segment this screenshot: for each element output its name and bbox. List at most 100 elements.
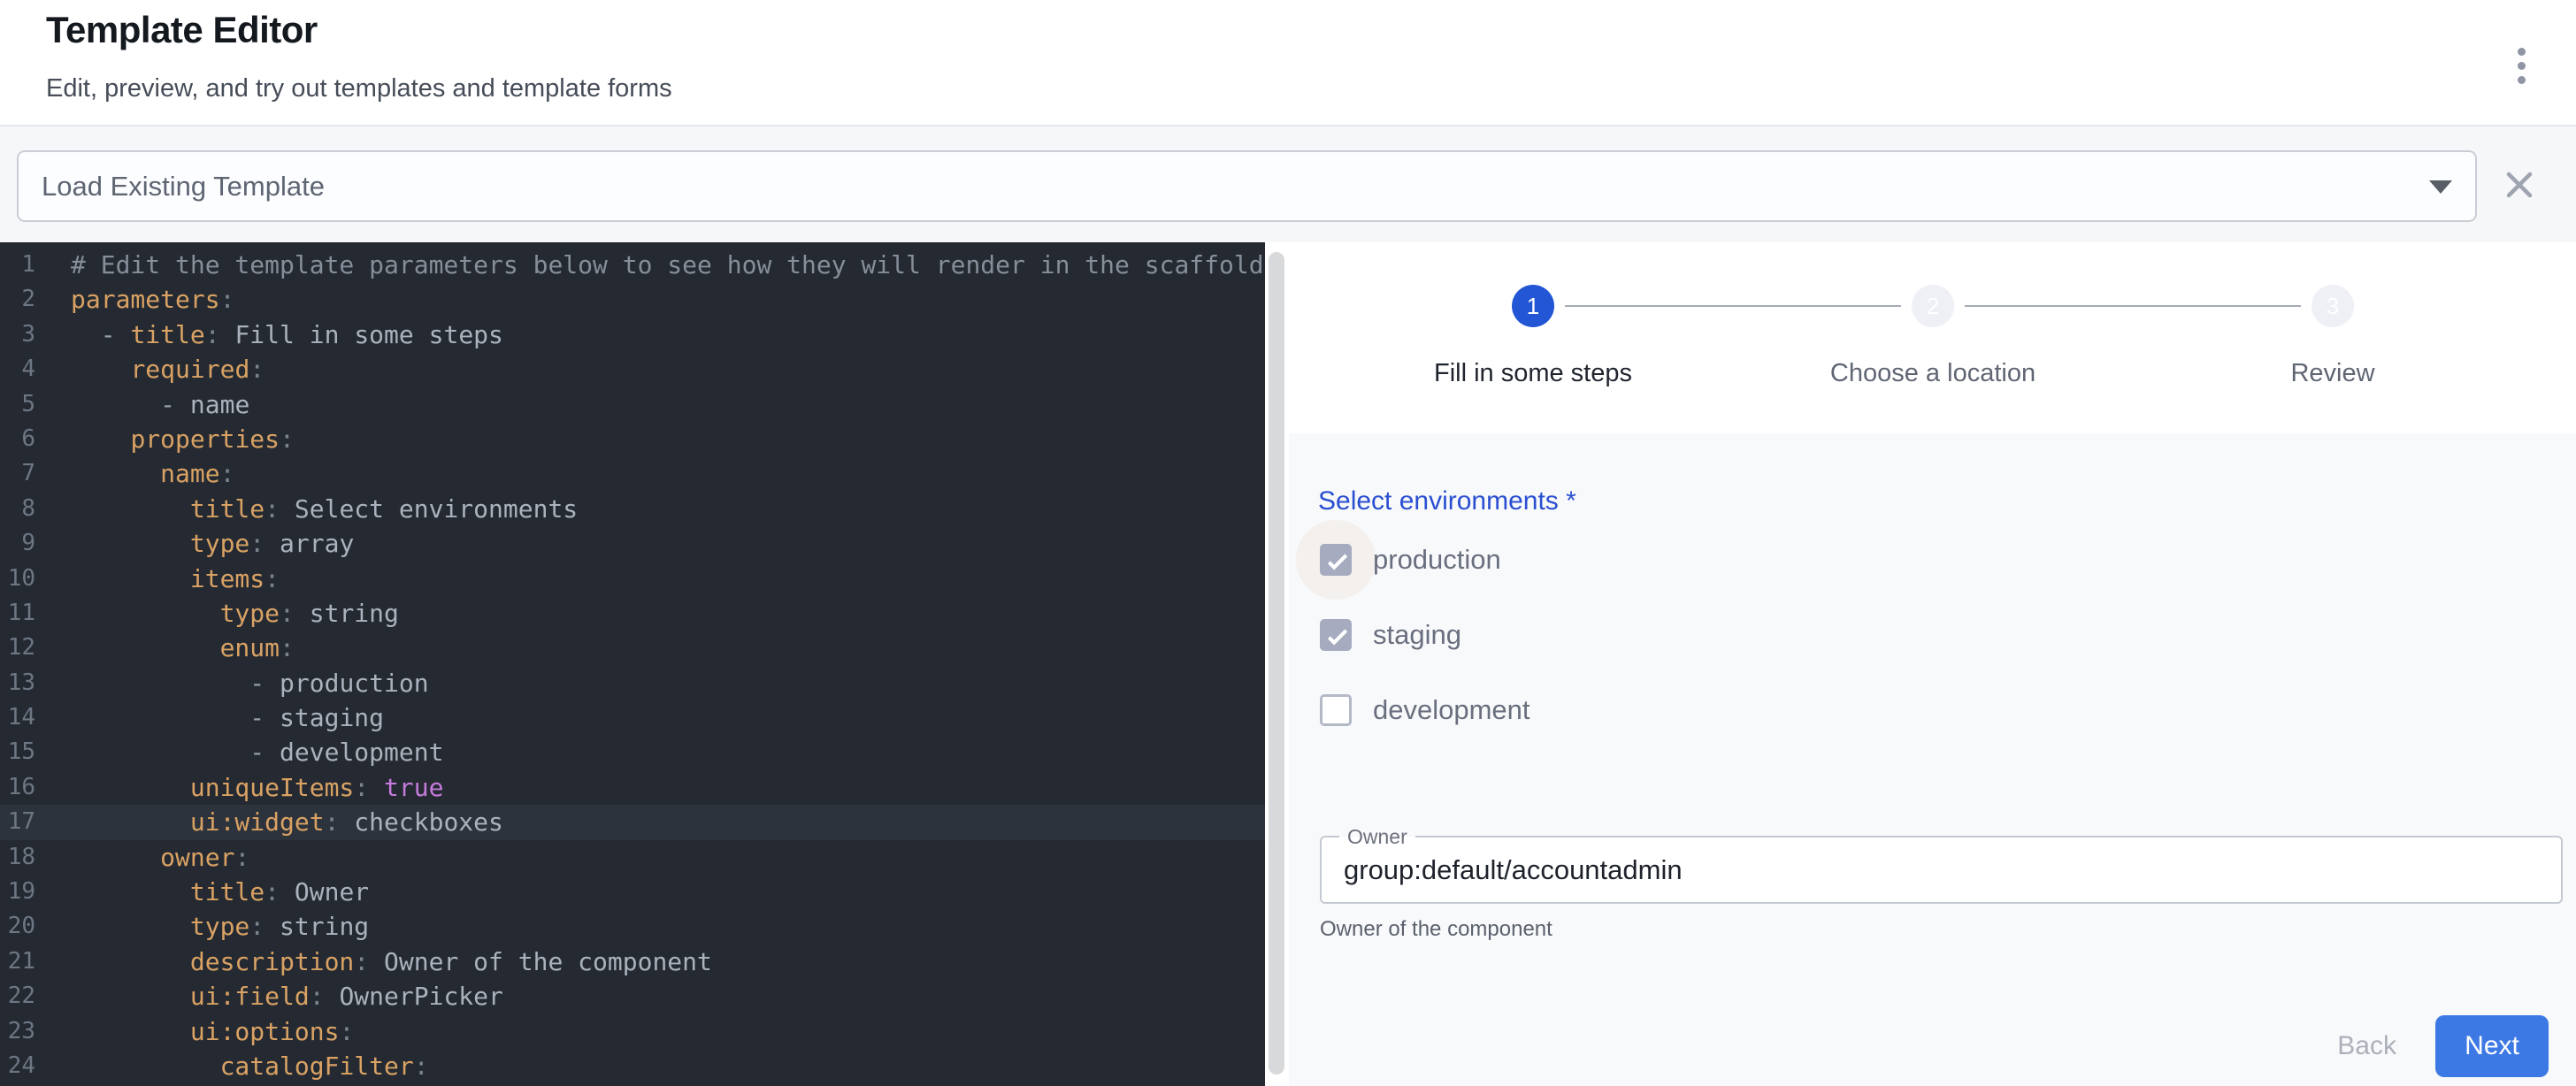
template-yaml-editor[interactable]: 1# Edit the template parameters below to… [0,242,1265,1086]
line-number: 6 [0,422,35,456]
code-line[interactable]: 4 required: [0,352,1265,386]
code-text: title: Select environments [71,492,578,526]
code-line[interactable]: 15 - development [0,735,1265,769]
code-text: type: string [71,909,369,944]
code-text: uniqueItems: true [71,770,443,805]
code-line[interactable]: 1# Edit the template parameters below to… [0,248,1265,282]
line-number: 12 [0,631,35,665]
code-line[interactable]: 8 title: Select environments [0,492,1265,526]
dropdown-caret-icon [2429,180,2452,194]
select-placeholder: Load Existing Template [42,152,325,220]
code-text: ui:field: OwnerPicker [71,979,503,1013]
code-text: title: Owner [71,875,369,909]
code-line[interactable]: 2 parameters: [0,282,1265,317]
line-number: 11 [0,596,35,631]
main-split: 1# Edit the template parameters below to… [0,242,2576,1086]
line-number: 10 [0,562,35,596]
code-line[interactable]: 5 - name [0,387,1265,422]
step-3-label: Review [2133,359,2533,388]
code-text: description: Owner of the component [71,945,712,979]
code-text: type: string [71,596,399,631]
page-subtitle: Edit, preview, and try out templates and… [46,74,672,103]
code-text: properties: [71,422,295,456]
page-title: Template Editor [46,9,318,51]
wizard-actions: Back Next [2316,1015,2549,1077]
code-line[interactable]: 10 items: [0,562,1265,596]
page-header: Template Editor Edit, preview, and try o… [0,0,2576,126]
line-number: 19 [0,875,35,909]
line-number: 20 [0,909,35,944]
checkbox-label: staging [1373,619,1461,651]
line-number: 21 [0,945,35,979]
editor-scrollbar-track [1265,242,1289,1086]
code-text: name: [71,456,234,491]
step-fill-in-some-steps: 1 Fill in some steps [1333,285,1733,388]
checkbox-label: development [1373,694,1530,726]
clear-button[interactable] [2498,164,2541,206]
line-number: 9 [0,526,35,561]
code-line[interactable]: 21 description: Owner of the component [0,945,1265,979]
owner-input[interactable]: Owner group:default/accountadmin [1320,836,2563,904]
code-line[interactable]: 23 ui:options: [0,1014,1265,1049]
check-icon [1323,547,1352,576]
line-number: 16 [0,770,35,805]
load-existing-template-select[interactable]: Load Existing Template [17,150,2477,222]
code-line[interactable]: 11 type: string [0,596,1265,631]
code-text: owner: [71,840,249,875]
line-number: 5 [0,387,35,422]
code-text: type: array [71,526,354,561]
checkbox-box [1320,619,1352,651]
checkbox-label: production [1373,544,1501,576]
step-review: 3 Review [2133,285,2533,388]
code-text: - development [71,735,443,769]
code-text: ui:widget: checkboxes [71,805,503,839]
back-button[interactable]: Back [2316,1015,2418,1077]
code-line[interactable]: 24 catalogFilter: [0,1049,1265,1083]
code-text: - name [71,387,249,422]
next-button[interactable]: Next [2435,1015,2549,1077]
checkbox-box [1320,694,1352,726]
code-line[interactable]: 18 owner: [0,840,1265,875]
code-line[interactable]: 13 - production [0,666,1265,700]
required-marker: * [1566,486,1576,516]
code-text: required: [71,352,264,386]
code-line[interactable]: 19 title: Owner [0,875,1265,909]
code-line[interactable]: 22 ui:field: OwnerPicker [0,979,1265,1013]
code-line[interactable]: 6 properties: [0,422,1265,456]
line-number: 13 [0,666,35,700]
code-line[interactable]: 14 - staging [0,700,1265,735]
load-template-bar: Load Existing Template [0,126,2576,242]
code-line[interactable]: 17 ui:widget: checkboxes [0,805,1265,839]
line-number: 18 [0,840,35,875]
template-preview-pane: 1 Fill in some steps 2 Choose a location… [1289,242,2576,1086]
code-line[interactable]: 9 type: array [0,526,1265,561]
code-text: parameters: [71,282,234,317]
line-number: 15 [0,735,35,769]
template-editor-app: Template Editor Edit, preview, and try o… [0,0,2576,1086]
step-2-label: Choose a location [1733,359,2133,388]
step-choose-a-location: 2 Choose a location [1733,285,2133,388]
code-text: catalogFilter: [71,1049,429,1083]
form-panel: Select environments * production [1289,433,2576,1086]
code-text: - title: Fill in some steps [71,317,503,352]
step-1-label: Fill in some steps [1333,359,1733,388]
code-lines: 1# Edit the template parameters below to… [0,248,1265,1083]
step-3-indicator: 3 [2312,285,2354,327]
more-options-button[interactable] [2503,39,2539,92]
line-number: 22 [0,979,35,1013]
line-number: 2 [0,282,35,317]
editor-scrollbar-thumb[interactable] [1269,252,1284,1075]
code-line[interactable]: 16 uniqueItems: true [0,770,1265,805]
code-line[interactable]: 20 type: string [0,909,1265,944]
line-number: 8 [0,492,35,526]
code-line[interactable]: 12 enum: [0,631,1265,665]
code-text: - staging [71,700,384,735]
owner-helper-text: Owner of the component [1320,917,1552,942]
stepper: 1 Fill in some steps 2 Choose a location… [1289,242,2576,433]
code-line[interactable]: 3 - title: Fill in some steps [0,317,1265,352]
line-number: 4 [0,352,35,386]
line-number: 24 [0,1049,35,1083]
code-line[interactable]: 7 name: [0,456,1265,491]
code-text: enum: [71,631,295,665]
line-number: 17 [0,805,35,839]
